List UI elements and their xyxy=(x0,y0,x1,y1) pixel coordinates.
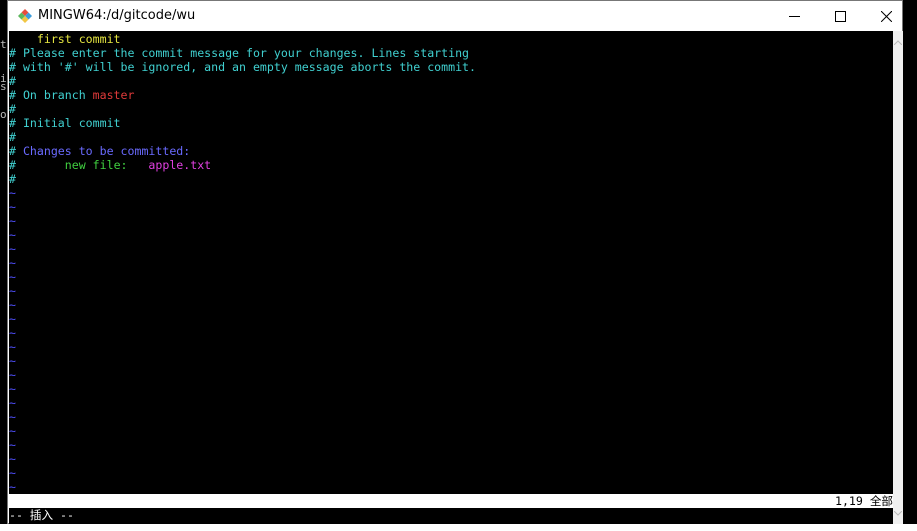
title-bar[interactable]: MINGW64:/d/gitcode/wu xyxy=(8,1,902,31)
close-icon xyxy=(880,10,892,22)
maximize-button[interactable] xyxy=(817,1,863,31)
empty-line-tilde: ~ xyxy=(9,424,16,438)
buffer-text-segment: # Initial commit xyxy=(9,116,121,130)
buffer-text-segment: # with '#' will be ignored, and an empty… xyxy=(9,60,476,74)
empty-line-tilde: ~ xyxy=(9,270,16,284)
buffer-text-segment: master xyxy=(92,88,135,102)
minimize-button[interactable] xyxy=(771,1,817,31)
empty-line-tilde: ~ xyxy=(9,410,16,424)
empty-line-tilde: ~ xyxy=(9,382,16,396)
buffer-text-segment: # On branch xyxy=(9,88,93,102)
scroll-down-button[interactable] xyxy=(893,506,903,520)
minimize-icon xyxy=(788,11,800,22)
buffer-line[interactable]: first commit xyxy=(9,32,476,46)
empty-line-tilde: ~ xyxy=(9,256,16,270)
vertical-scrollbar[interactable] xyxy=(893,31,903,524)
terminal-window: MINGW64:/d/gitcode/wu first commit # Plea… xyxy=(7,0,903,524)
empty-line-tilde: ~ xyxy=(9,438,16,452)
buffer-line[interactable]: # Initial commit xyxy=(9,116,476,130)
buffer-text-segment: # Please enter the commit message for yo… xyxy=(9,46,470,60)
buffer-text-segment: # xyxy=(9,102,16,116)
window-title: MINGW64:/d/gitcode/wu xyxy=(38,8,196,23)
buffer-line[interactable]: # xyxy=(9,130,476,144)
buffer-text-segment: # xyxy=(9,144,23,158)
empty-line-tilde: ~ xyxy=(9,214,16,228)
buffer-line[interactable]: # xyxy=(9,74,476,88)
empty-line-tilde: ~ xyxy=(9,242,16,256)
empty-line-tilde: ~ xyxy=(9,284,16,298)
buffer-text-segment: Changes to be committed: xyxy=(22,144,191,158)
empty-line-tilde: ~ xyxy=(9,200,16,214)
chevron-up-icon xyxy=(893,37,903,47)
buffer-line[interactable]: # with '#' will be ignored, and an empty… xyxy=(9,60,476,74)
maximize-icon xyxy=(834,10,846,22)
empty-line-tilde: ~ xyxy=(9,368,16,382)
statusline-position: 1,19 全部 xyxy=(834,494,893,508)
empty-line-tilde: ~ xyxy=(9,186,16,200)
empty-line-tilde: ~ xyxy=(9,354,16,368)
buffer-text-segment: # xyxy=(9,158,16,172)
empty-line-tilde: ~ xyxy=(9,396,16,410)
empty-line-tilde: ~ xyxy=(9,326,16,340)
empty-line-tilde: ~ xyxy=(9,466,16,480)
buffer-line[interactable]: # new file: apple.txt xyxy=(9,158,476,172)
empty-line-tilde: ~ xyxy=(9,480,16,494)
chevron-down-icon xyxy=(893,508,903,518)
vim-statusline: D:/gitcode/wu/.git/COMMIT_EDITMSG[+] [un… xyxy=(9,494,893,522)
empty-line-tilde: ~ xyxy=(9,340,16,354)
buffer-line[interactable]: # On branch master xyxy=(9,88,476,102)
buffer-line[interactable]: # xyxy=(9,102,476,116)
buffer-text-segment: # xyxy=(9,172,16,186)
buffer-line[interactable]: # xyxy=(9,172,476,186)
buffer-text-segment: new file: xyxy=(15,158,149,172)
editor-buffer[interactable]: first commit # Please enter the commit me… xyxy=(9,32,476,494)
desktop-background xyxy=(903,0,917,531)
buffer-text-segment: # xyxy=(9,74,16,88)
buffer-text-segment: first commit xyxy=(9,32,121,46)
empty-line-tilde: ~ xyxy=(9,312,16,326)
desktop-background-bottom xyxy=(0,524,917,531)
empty-line-tilde: ~ xyxy=(9,452,16,466)
vim-mode-indicator: -- 插入 -- xyxy=(9,508,74,522)
buffer-line[interactable]: # Changes to be committed: xyxy=(9,144,476,158)
empty-line-tilde: ~ xyxy=(9,298,16,312)
buffer-text-segment: apple.txt xyxy=(148,158,212,172)
buffer-text-segment: # xyxy=(9,130,16,144)
empty-line-tilde: ~ xyxy=(9,228,16,242)
vim-editor[interactable]: first commit # Please enter the commit me… xyxy=(9,31,893,524)
scroll-up-button[interactable] xyxy=(893,35,903,49)
git-bash-icon xyxy=(17,8,33,24)
buffer-line[interactable]: # Please enter the commit message for yo… xyxy=(9,46,476,60)
